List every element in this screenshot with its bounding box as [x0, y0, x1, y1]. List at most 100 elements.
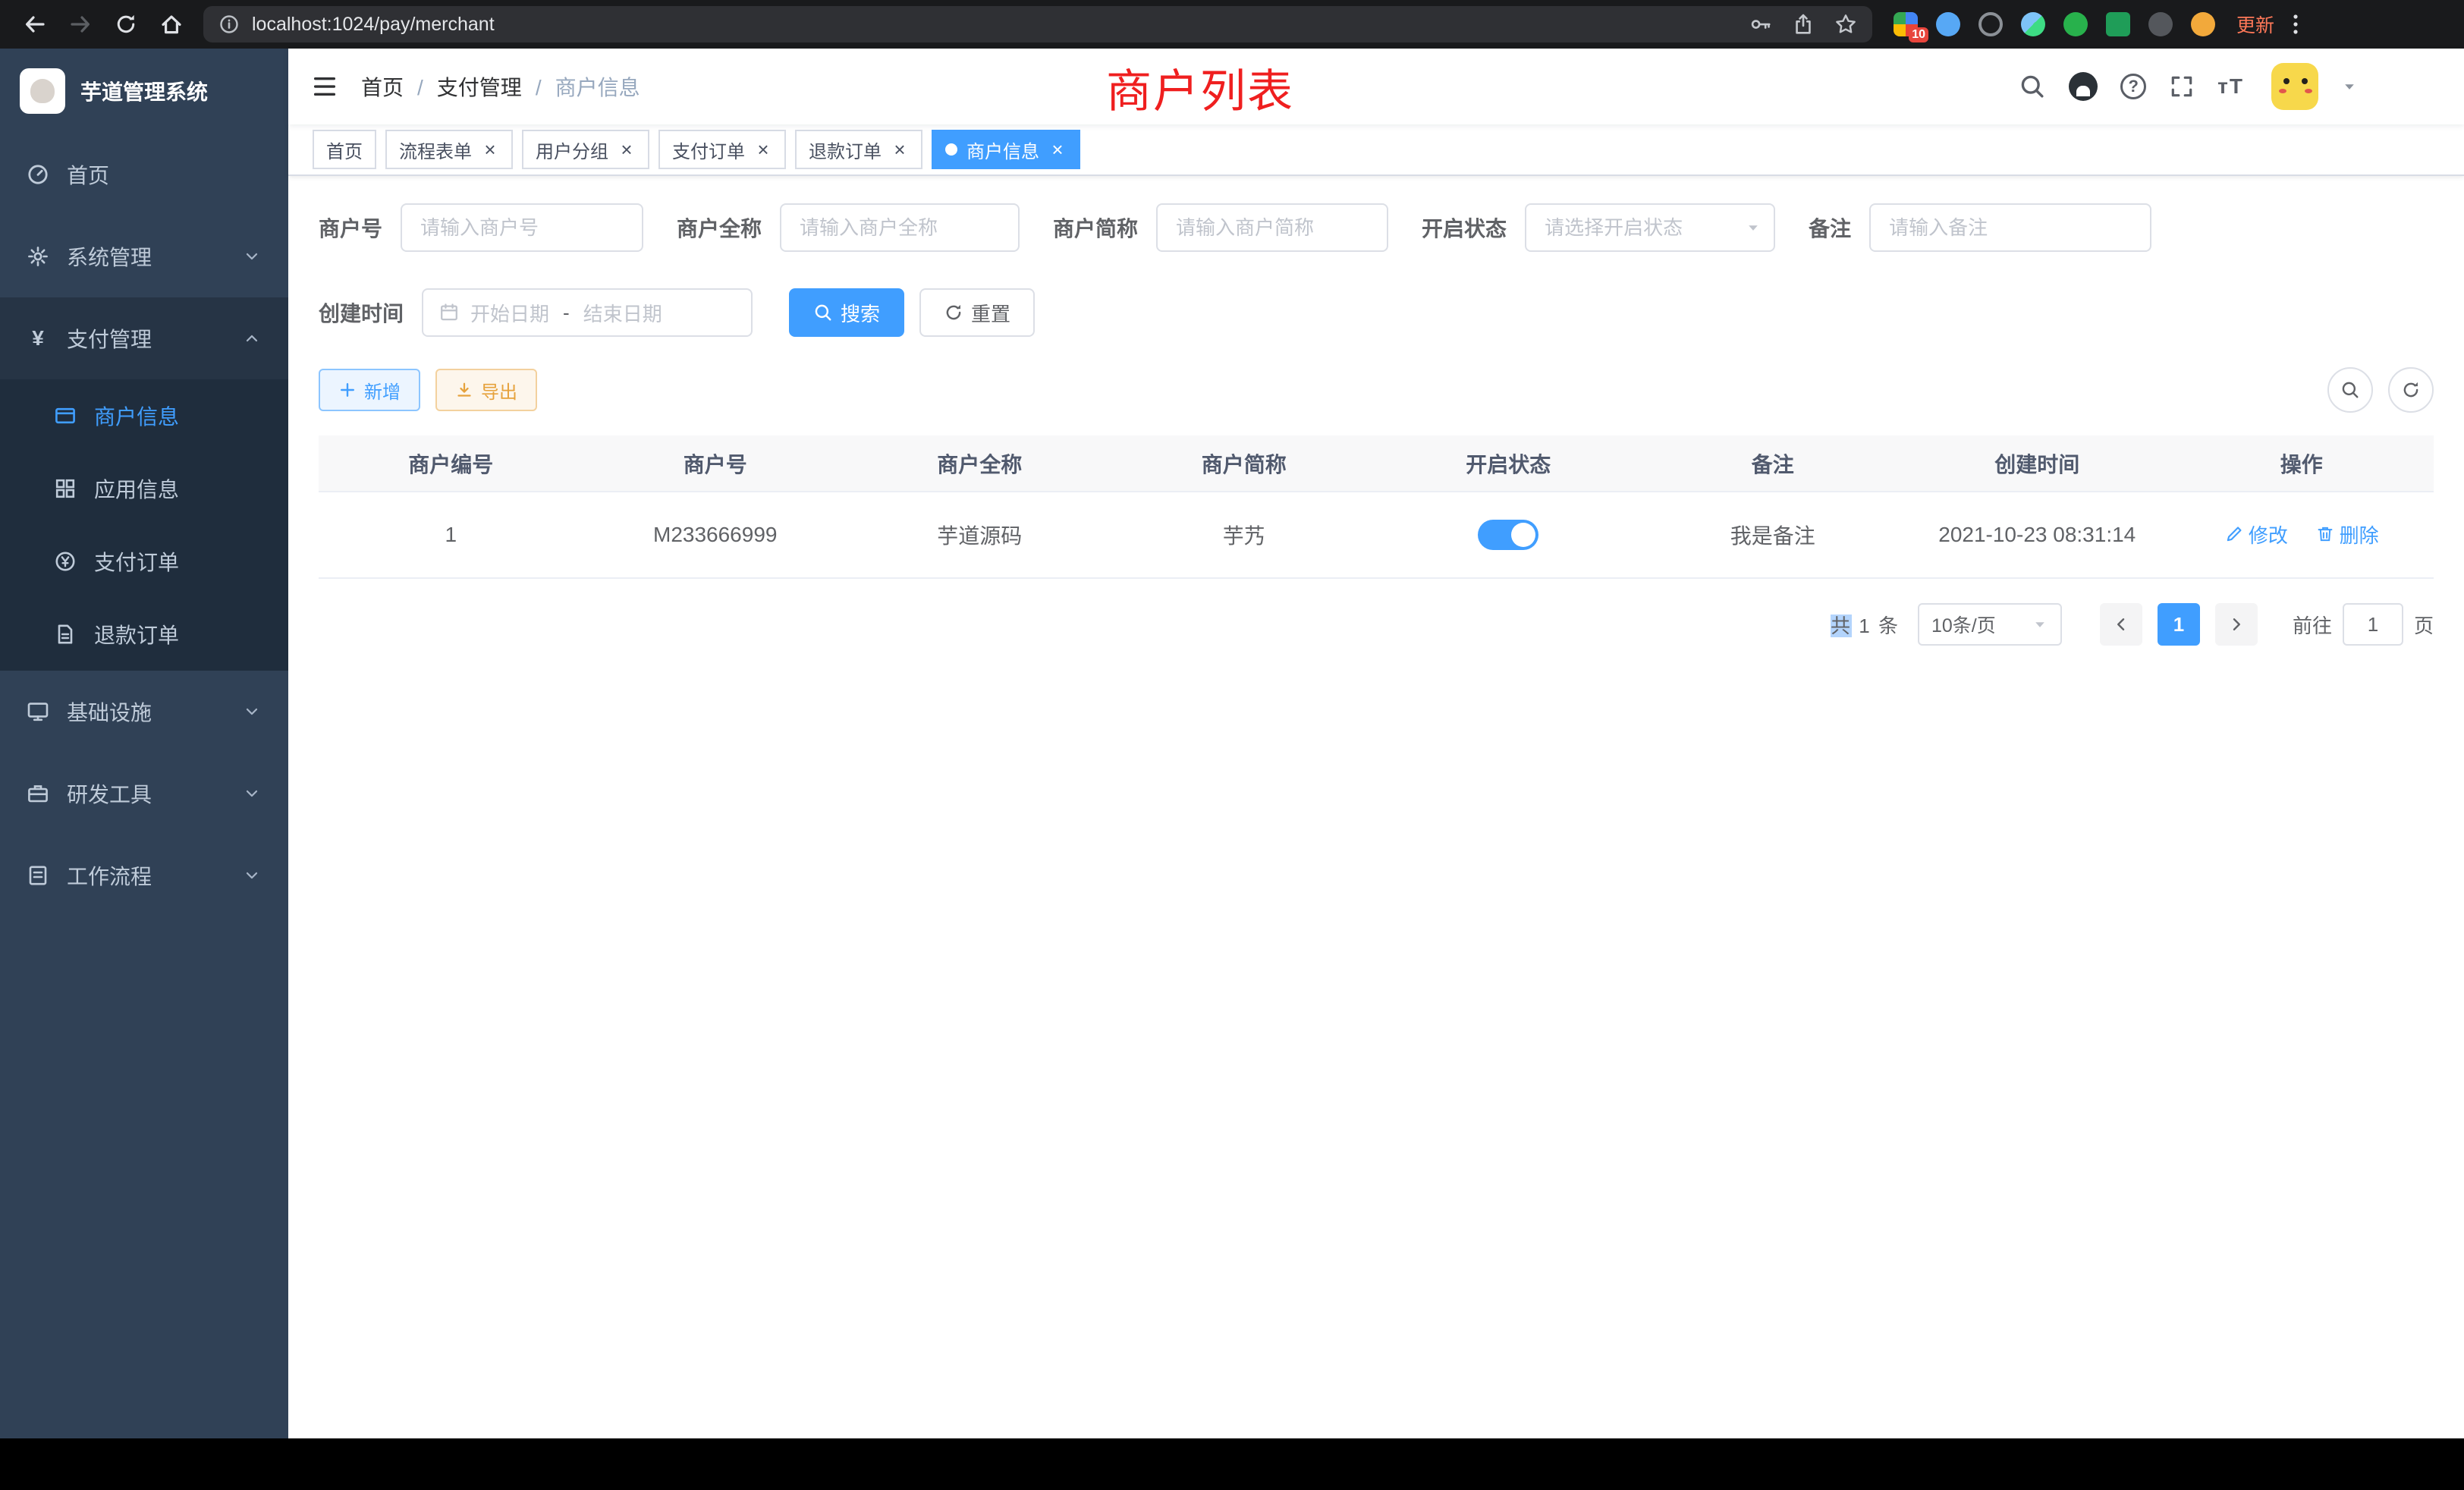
- caret-down-icon[interactable]: [2341, 78, 2358, 95]
- bookmark-star-icon[interactable]: [1834, 13, 1857, 36]
- browser-menu-button[interactable]: [2280, 12, 2311, 36]
- table-row: 1 M233666999 芋道源码 芋艿 我是备注 2021-10-23 08:…: [319, 492, 2434, 578]
- page-number-button[interactable]: 1: [2158, 603, 2200, 646]
- extension-icon[interactable]: [2106, 12, 2130, 36]
- site-info-icon[interactable]: [218, 14, 240, 35]
- close-icon[interactable]: [754, 140, 772, 159]
- browser-update-button[interactable]: 更新: [2236, 11, 2274, 38]
- field-label: 商户简称: [1053, 212, 1156, 243]
- status-switch[interactable]: [1478, 520, 1538, 550]
- header-search-button[interactable]: [2019, 73, 2046, 100]
- tab-pay-order[interactable]: 支付订单: [658, 130, 786, 169]
- export-button[interactable]: 导出: [435, 369, 537, 411]
- sidebar-item-payment[interactable]: 支付管理: [0, 297, 288, 379]
- reset-button[interactable]: 重置: [919, 288, 1035, 337]
- breadcrumb-home[interactable]: 首页: [361, 71, 437, 102]
- sidebar-item-app-info[interactable]: 应用信息: [0, 452, 288, 525]
- search-button[interactable]: 搜索: [789, 288, 904, 337]
- pencil-icon: [2224, 524, 2244, 544]
- url-text[interactable]: localhost:1024/pay/merchant: [252, 14, 1749, 36]
- fullscreen-icon: [2169, 74, 2195, 99]
- help-button[interactable]: [2120, 74, 2146, 99]
- download-icon: [455, 381, 473, 399]
- next-page-button[interactable]: [2215, 603, 2258, 646]
- browser-home-button[interactable]: [149, 2, 194, 47]
- fullscreen-button[interactable]: [2169, 74, 2195, 99]
- breadcrumb-payment[interactable]: 支付管理: [437, 71, 555, 102]
- question-icon: [2120, 74, 2146, 99]
- address-bar[interactable]: localhost:1024/pay/merchant: [203, 6, 1872, 42]
- browser-forward-button[interactable]: [58, 2, 103, 47]
- start-date-placeholder[interactable]: 开始日期: [470, 299, 549, 327]
- close-icon[interactable]: [481, 140, 499, 159]
- total-count: 1: [1859, 615, 1871, 637]
- status-select[interactable]: [1525, 203, 1775, 252]
- extension-icon[interactable]: [1978, 12, 2003, 36]
- font-size-button[interactable]: [2217, 76, 2244, 97]
- prev-page-button[interactable]: [2100, 603, 2142, 646]
- share-icon[interactable]: [1792, 13, 1815, 36]
- refresh-icon: [2401, 380, 2421, 400]
- full-name-input[interactable]: [780, 203, 1020, 252]
- add-button[interactable]: 新增: [319, 369, 420, 411]
- sidebar-item-pay-order[interactable]: 支付订单: [0, 525, 288, 598]
- tab-refund-order[interactable]: 退款订单: [795, 130, 922, 169]
- table-header-row: 商户编号 商户号 商户全称 商户简称 开启状态 备注 创建时间 操作: [319, 435, 2434, 492]
- sidebar-item-workflow[interactable]: 工作流程: [0, 835, 288, 916]
- profile-avatar-icon[interactable]: [2191, 12, 2215, 36]
- tab-process-form[interactable]: 流程表单: [385, 130, 513, 169]
- menu-label: 系统管理: [67, 241, 152, 272]
- jump-page-input[interactable]: [2343, 603, 2403, 646]
- sidebar-toggle-button[interactable]: [311, 73, 338, 100]
- sidebar-item-merchant-info[interactable]: 商户信息: [0, 379, 288, 452]
- extension-icon[interactable]: [2063, 12, 2088, 36]
- date-range-picker[interactable]: 开始日期 - 结束日期: [422, 288, 753, 337]
- edit-link[interactable]: 修改: [2224, 520, 2288, 549]
- tab-user-group[interactable]: 用户分组: [522, 130, 649, 169]
- menu-label: 基础设施: [67, 696, 152, 727]
- sidebar-item-dev-tools[interactable]: 研发工具: [0, 753, 288, 835]
- forward-icon: [68, 12, 93, 36]
- page-content: 商户号 商户全称 商户简称 开启状态: [288, 176, 2464, 1438]
- close-icon[interactable]: [618, 140, 636, 159]
- toggle-search-button[interactable]: [2327, 367, 2373, 413]
- sidebar-menu: 首页 系统管理 支付管理 商户信息 应用信息: [0, 134, 288, 916]
- github-link[interactable]: [2069, 72, 2098, 101]
- browser-back-button[interactable]: [12, 2, 58, 47]
- sidebar-item-infrastructure[interactable]: 基础设施: [0, 671, 288, 753]
- extension-icon[interactable]: 10: [1894, 12, 1918, 36]
- delete-link[interactable]: 删除: [2315, 520, 2379, 549]
- filter-full-name: 商户全称: [677, 203, 1020, 252]
- filter-remark: 备注: [1809, 203, 2151, 252]
- caret-down-icon: [1745, 219, 1762, 236]
- extension-icon[interactable]: [1936, 12, 1960, 36]
- tab-merchant-info[interactable]: 商户信息: [932, 130, 1080, 169]
- sidebar-item-home[interactable]: 首页: [0, 134, 288, 215]
- user-avatar[interactable]: [2271, 63, 2318, 110]
- remark-input[interactable]: [1869, 203, 2151, 252]
- page-size-select[interactable]: 10条/页: [1918, 603, 2062, 646]
- short-name-input[interactable]: [1156, 203, 1388, 252]
- extension-icon[interactable]: [2148, 12, 2173, 36]
- app-window: 芋道管理系统 首页 系统管理 支付管理 商户信息: [0, 49, 2464, 1438]
- sidebar-item-refund-order[interactable]: 退款订单: [0, 598, 288, 671]
- main-area: 首页 支付管理 商户信息 首页 流程表单 用户分组 支付订单 退款订单 商户信息: [288, 49, 2464, 1438]
- extension-icon[interactable]: [2021, 12, 2045, 36]
- browser-reload-button[interactable]: [103, 2, 149, 47]
- search-icon: [813, 303, 833, 322]
- merchant-no-input[interactable]: [401, 203, 643, 252]
- col-header: 操作: [2170, 435, 2434, 492]
- sidebar-item-system[interactable]: 系统管理: [0, 215, 288, 297]
- close-icon[interactable]: [1048, 140, 1067, 159]
- tab-home[interactable]: 首页: [313, 130, 376, 169]
- close-icon[interactable]: [891, 140, 909, 159]
- filter-short-name: 商户简称: [1053, 203, 1388, 252]
- refresh-table-button[interactable]: [2388, 367, 2434, 413]
- app-logo[interactable]: 芋道管理系统: [0, 49, 288, 134]
- field-label: 商户全称: [677, 212, 780, 243]
- github-icon: [2069, 72, 2098, 101]
- clipboard-icon: [26, 863, 50, 888]
- end-date-placeholder[interactable]: 结束日期: [583, 299, 662, 327]
- password-key-icon[interactable]: [1749, 13, 1772, 36]
- cell-status: [1376, 492, 1641, 578]
